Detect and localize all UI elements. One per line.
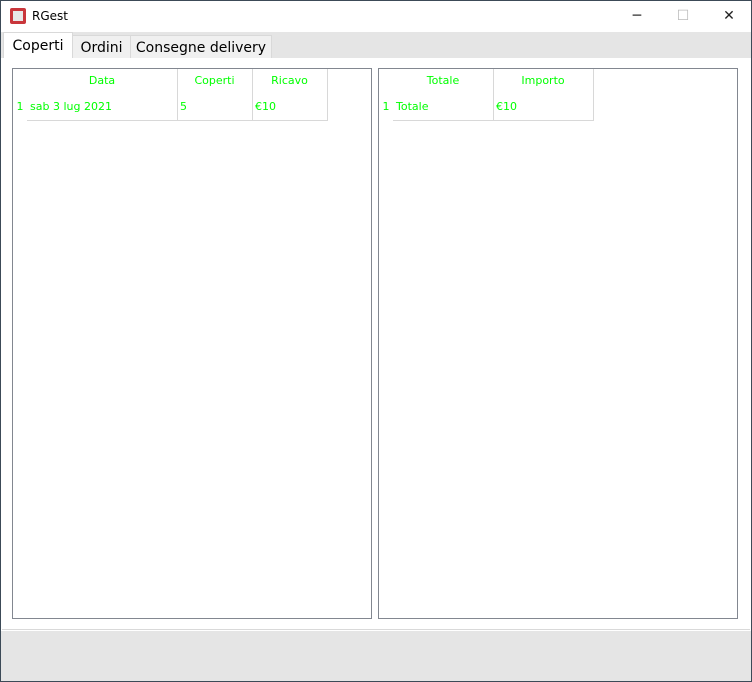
maximize-button[interactable]: ☐: [660, 1, 706, 32]
title-bar: RGest ─ ☐ ✕: [1, 1, 751, 32]
tab-consegne-delivery[interactable]: Consegne delivery: [130, 35, 272, 58]
column-header-coperti[interactable]: Coperti: [177, 69, 253, 93]
column-header-ricavo[interactable]: Ricavo: [252, 69, 328, 93]
table-cell[interactable]: €10: [493, 93, 594, 121]
row-header[interactable]: 1: [13, 93, 27, 121]
coperti-table[interactable]: Data Coperti Ricavo 1 sab 3 lug 2021 5 €…: [12, 68, 372, 619]
status-bar: [1, 631, 751, 681]
app-icon: [10, 8, 26, 24]
close-button[interactable]: ✕: [706, 1, 752, 32]
totale-table[interactable]: Totale Importo 1 Totale €10: [378, 68, 738, 619]
column-header-importo[interactable]: Importo: [493, 69, 594, 93]
table-cell[interactable]: Totale: [393, 93, 494, 121]
minimize-button[interactable]: ─: [614, 1, 660, 32]
table-cell[interactable]: sab 3 lug 2021: [27, 93, 178, 121]
column-header-data[interactable]: Data: [27, 69, 178, 93]
tab-ordini[interactable]: Ordini: [72, 35, 131, 58]
table-cell[interactable]: €10: [252, 93, 328, 121]
tab-bar: Coperti Ordini Consegne delivery: [1, 32, 751, 59]
tab-coperti[interactable]: Coperti: [3, 32, 73, 59]
app-window: RGest ─ ☐ ✕ Coperti Ordini Consegne deli…: [0, 0, 752, 682]
table-cell[interactable]: 5: [177, 93, 253, 121]
row-header[interactable]: 1: [379, 93, 393, 121]
column-header-totale[interactable]: Totale: [393, 69, 494, 93]
window-title: RGest: [32, 9, 68, 23]
